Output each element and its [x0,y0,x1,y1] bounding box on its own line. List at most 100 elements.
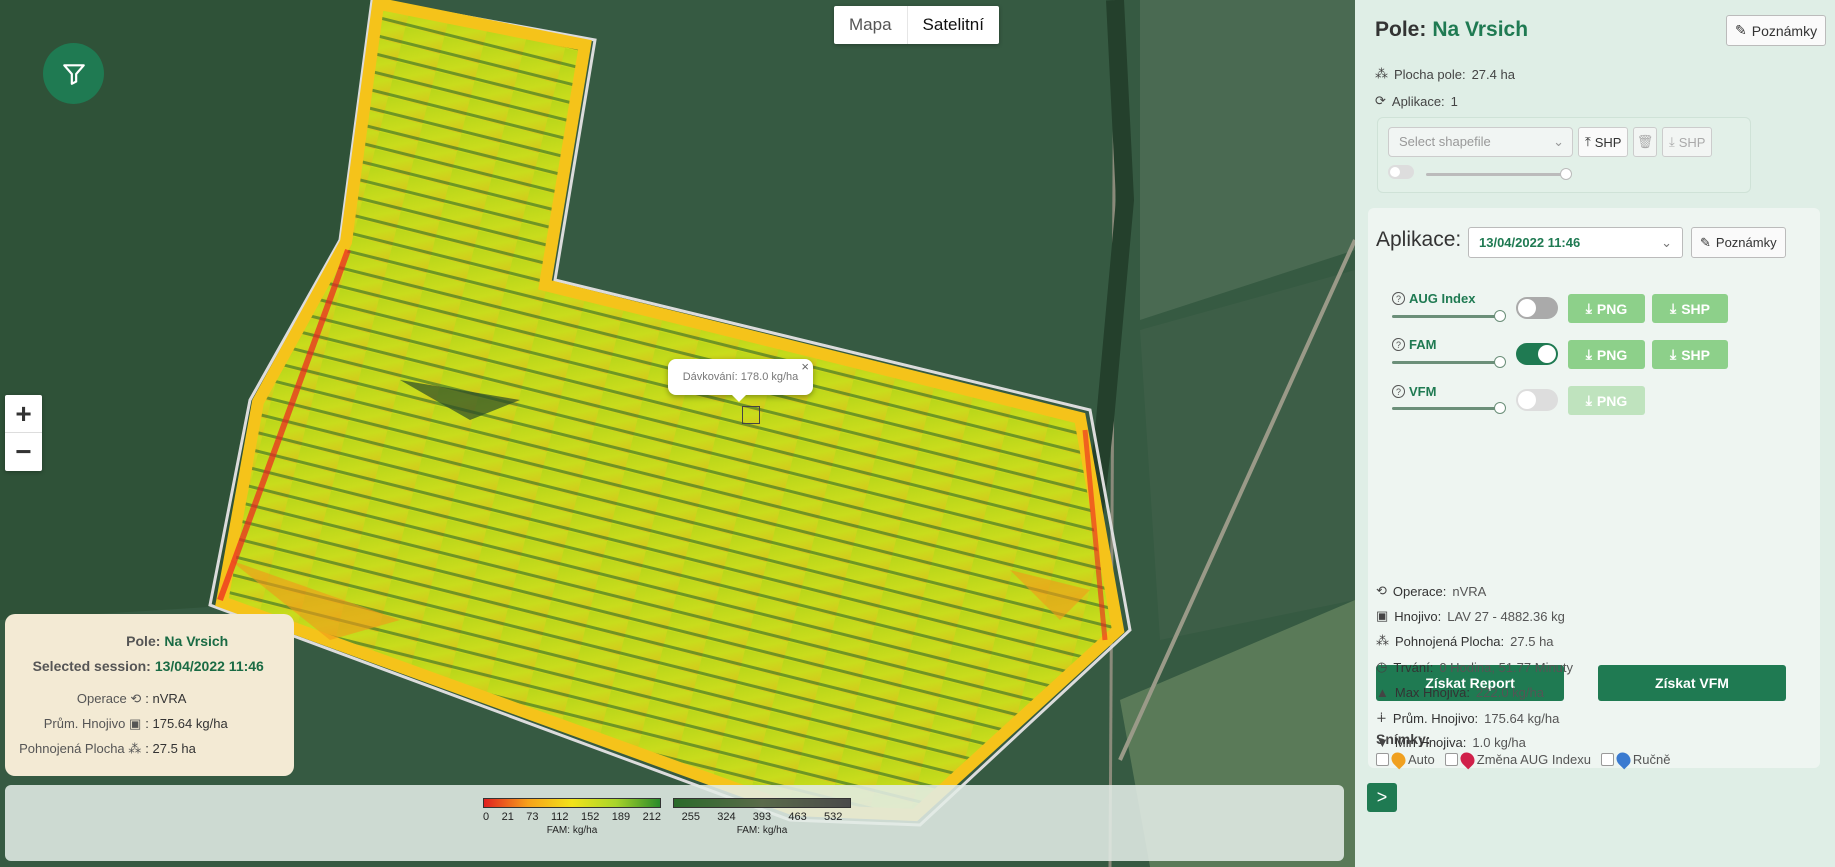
aug-opacity-slider[interactable] [1392,310,1506,322]
shapefile-opacity-slider[interactable] [1426,168,1572,180]
shapefile-select[interactable]: Select shapefile ⌄ [1388,127,1573,157]
aplikace-value: 1 [1450,93,1458,109]
field-notes-button[interactable]: ✎ Poznámky [1726,15,1827,46]
area-icon: ⁂ [1376,633,1389,648]
layer-fam: ? FAM [1392,337,1436,352]
application-card: Aplikace: 13/04/2022 11:46 ⌄ ✎ Poznámky … [1368,208,1820,770]
get-vfm-button[interactable]: Získat VFM [1598,665,1786,701]
popup-close-icon[interactable]: × [801,359,809,374]
fam-png-button[interactable]: ⤓ PNG [1568,340,1645,369]
legend-tick: 393 [752,811,772,823]
stat-hnojivo: ▣ Hnojivo: LAV 27 - 4882.36 kg [1376,608,1565,624]
legend-tick: 324 [717,811,736,823]
refresh-icon: ⟳ [1375,93,1386,108]
stat-value: 27.5 ha [1510,633,1554,649]
help-icon[interactable]: ? [1392,292,1405,305]
layer-fam-label: FAM [1409,337,1437,352]
stat-key: Pohnojená Plocha: [1395,633,1505,649]
stat-operace: ⟲ Operace: nVRA [1376,583,1486,599]
vfm-opacity-slider[interactable] [1392,402,1506,414]
help-icon[interactable]: ? [1392,385,1405,398]
clock-icon: ◷ [1376,659,1388,674]
map-type-toggle: Mapa Satelitní [834,6,999,44]
snimky-auto[interactable]: Auto [1376,749,1435,770]
vfm-toggle[interactable] [1516,389,1558,411]
manual-checkbox[interactable] [1600,753,1614,766]
slider-knob[interactable] [1494,310,1506,322]
selected-point-marker [742,406,760,424]
legend-tick: 532 [823,811,843,823]
auto-checkbox[interactable] [1376,753,1389,766]
aug-shp-button[interactable]: ⤓ SHP [1652,294,1728,323]
snimky-aug-change-label: Změna AUG Indexu [1476,752,1591,767]
application-date-select[interactable]: 13/04/2022 11:46 ⌄ [1468,227,1683,258]
shapefile-toggle[interactable] [1388,165,1414,179]
zoom-out-button[interactable]: − [5,433,42,471]
map-type-satellite-button[interactable]: Satelitní [906,6,999,44]
slider-knob[interactable] [1494,402,1506,414]
legend-ticks-low: 0 21 73 112 152 189 212 [483,811,661,823]
snimky-auto-label: Auto [1408,752,1435,767]
download-shp-button[interactable]: ⤓ SHP [1662,127,1713,157]
zoom-in-button[interactable]: + [5,395,42,433]
legend-tick: 0 [483,811,490,823]
area-icon: ⁂ [1375,66,1388,81]
pole-value: Na Vrsich [164,632,229,649]
upload-shp-button[interactable]: ⤒ SHP [1578,127,1629,157]
slider-knob[interactable] [1560,168,1572,180]
area-icon: ⁂ [128,740,142,756]
application-title: Aplikace: [1376,228,1462,251]
stat-value: LAV 27 - 4882.36 kg [1447,608,1565,624]
session-info-card: Pole: Na Vrsich Selected session: 13/04/… [5,614,294,776]
stat-plocha: ⁂ Pohnojená Plocha: 27.5 ha [1376,633,1554,649]
chevron-down-icon: ⌄ [1661,235,1672,250]
legend-gradient-low [483,798,661,808]
stat-value: nVRA [1452,583,1487,599]
zoom-control: + − [5,395,42,471]
snimky-aug-change[interactable]: Změna AUG Indexu [1444,749,1591,770]
download-shp-label: SHP [1678,134,1706,150]
filter-button[interactable] [43,43,104,104]
stat-key: Hnojivo: [1394,608,1442,624]
fam-opacity-slider[interactable] [1392,356,1506,368]
legend-bar: 0 21 73 112 152 189 212 FAM: kg/ha 255 324 393 46… [5,785,1344,861]
snimky-manual[interactable]: Ručně [1600,749,1671,770]
stat-key: Prům. Hnojivo: [1392,710,1479,726]
aplikace-label: Aplikace: [1391,93,1445,109]
map-type-map-button[interactable]: Mapa [834,6,907,44]
help-icon[interactable]: ? [1392,338,1405,351]
aug-toggle[interactable] [1516,297,1558,319]
legend-tick: 21 [501,811,514,823]
vfm-png-button[interactable]: ⤓ PNG [1568,386,1645,415]
pencil-icon: ✎ [1735,22,1747,38]
stat-key: Trvání: [1393,659,1434,675]
vfm-png-label: PNG [1596,392,1628,409]
popup-text: Dávkování: 178.0 kg/ha [682,371,799,383]
layer-vfm: ? VFM [1392,384,1436,399]
stat-key: Operace: [1392,583,1447,599]
fertilizer-icon: ▣ [128,715,142,731]
stat-key: Min Hnojiva: [1394,735,1467,750]
download-icon: ⤓ [1585,346,1592,362]
layer-vfm-label: VFM [1409,384,1437,399]
fam-shp-button[interactable]: ⤓ SHP [1652,340,1728,369]
slider-knob[interactable] [1494,356,1506,368]
field-label: Pole: [1375,18,1427,41]
pin-icon [1613,749,1634,770]
layer-aug-label: AUG Index [1409,291,1476,306]
pin-icon [1388,749,1409,770]
triangle-down-icon: ▼ [1376,735,1389,750]
legend-tick: 112 [550,811,569,823]
satellite-map[interactable]: Mapa Satelitní + − Dávkování: 178.0 kg/h… [0,0,1355,867]
stat-value: 1.0 kg/ha [1472,735,1526,750]
legend-ticks-high: 255 324 393 463 532 [673,811,851,823]
aug-change-checkbox[interactable] [1444,753,1458,766]
delete-shp-button[interactable]: 🗑 [1633,127,1657,157]
field-name: Na Vrsich [1432,18,1529,41]
aplikace-row: ⟳ Aplikace: 1 [1375,93,1458,109]
fam-toggle[interactable] [1516,343,1558,365]
application-notes-button[interactable]: ✎ Poznámky [1691,227,1786,258]
aug-png-button[interactable]: ⤓ PNG [1568,294,1645,323]
next-button[interactable]: > [1367,783,1397,812]
operace-value: : nVRA [145,691,187,706]
